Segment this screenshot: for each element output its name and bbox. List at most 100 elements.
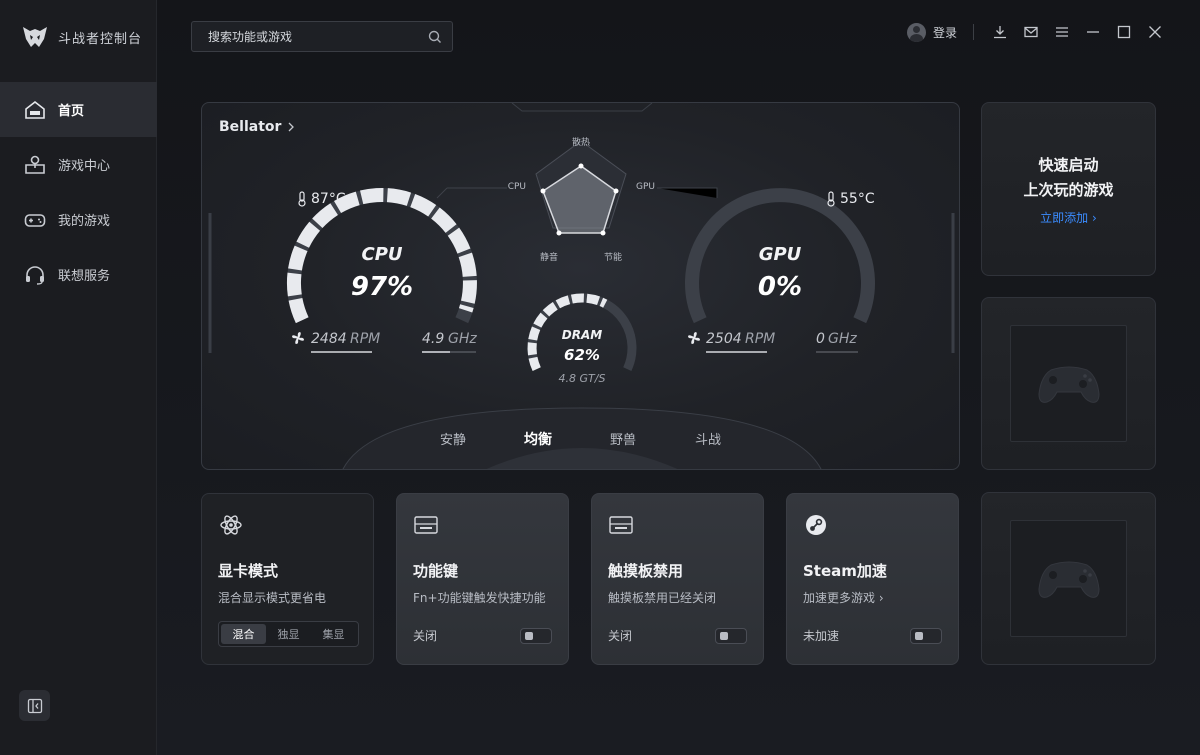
fn-key-subtitle: Fn+功能键触发快捷功能 [413,591,546,605]
fn-key-card[interactable]: 功能键 Fn+功能键触发快捷功能 关闭 [396,493,569,665]
gpu-label: GPU [759,244,802,265]
touchpad-status: 关闭 [608,629,633,643]
menu-icon [1055,27,1068,37]
sidebar: 斗战者控制台 首页 游戏中心 我的游戏 联想服务 [0,0,157,755]
touchpad-card[interactable]: 触摸板禁用 触摸板禁用已经关闭 关闭 [591,493,764,665]
steam-icon [806,515,826,535]
sidebar-item-my-games[interactable]: 我的游戏 [0,192,157,247]
atom-icon [220,515,242,535]
radar-point [578,163,584,169]
steam-toggle[interactable] [910,627,942,644]
search-input[interactable] [208,29,408,44]
controller-placeholder-icon [1037,366,1100,403]
download-button[interactable] [984,19,1015,45]
game-slot-placeholder [1010,520,1127,637]
gauges-svg: 散热 CPU GPU 静音 节能 87°C CPU 97% 2484 RPM 4… [208,103,955,469]
dram-speed: 4.8 GT/S [559,372,606,385]
touchpad-subtitle: 触摸板禁用已经关闭 [608,591,717,605]
dram-usage: 62% [564,346,600,364]
cpu-frequency-unit: GHz [448,331,477,347]
mode-balanced[interactable]: 均衡 [496,429,581,449]
collapse-sidebar-button[interactable] [19,690,50,721]
gpu-mode-subtitle: 混合显示模式更省电 [218,591,327,605]
sidebar-item-label: 游戏中心 [58,159,111,174]
download-icon [993,26,1006,39]
window-toolbar: 登录 [906,19,1170,45]
fn-key-toggle[interactable] [520,627,552,644]
login-button[interactable]: 登录 [906,22,957,42]
quick-launch-card[interactable]: 快速启动 上次玩的游戏 立即添加 › [981,102,1156,276]
steam-accel-card[interactable]: Steam加速 加速更多游戏 › 未加速 [786,493,959,665]
sidebar-item-home[interactable]: 首页 [0,82,157,137]
radar-label-eco: 节能 [604,251,622,263]
touchpad-title: 触摸板禁用 [608,562,684,580]
cpu-label: CPU [361,244,402,265]
search-icon[interactable] [428,30,442,44]
quick-launch-title: 快速启动 上次玩的游戏 [982,153,1155,203]
minimize-button[interactable] [1077,19,1108,45]
legion-logo-icon [23,27,47,47]
gpu-usage: 0% [758,272,802,302]
radar-point [613,188,619,194]
game-slot-1[interactable] [981,297,1156,470]
radar-point [540,188,546,194]
app-name: 斗战者控制台 [58,31,143,47]
radar-point [556,230,562,236]
sidebar-nav: 首页 游戏中心 我的游戏 联想服务 [0,82,157,302]
add-game-link[interactable]: 立即添加 › [982,209,1155,226]
gpu-mode-segmented-control: 混合 独显 集显 [218,621,359,647]
gpu-mode-card: 显卡模式 混合显示模式更省电 混合 独显 集显 [201,493,374,665]
gpu-mode-discrete[interactable]: 独显 [266,624,311,644]
touchpad-toggle[interactable] [715,627,747,644]
radar-label-quiet: 静音 [540,251,558,263]
steam-subtitle: 加速更多游戏 [803,591,876,605]
steam-status: 未加速 [803,629,840,643]
quick-launch-line1: 快速启动 [1038,156,1099,174]
maximize-button[interactable] [1108,19,1139,45]
mode-combat[interactable]: 斗战 [666,429,751,449]
fan-icon [688,332,700,344]
sidebar-item-lenovo-service[interactable]: 联想服务 [0,247,157,302]
panel-notch-decoration [511,103,653,112]
gpu-mode-hybrid[interactable]: 混合 [221,624,266,644]
cpu-connector-bend [436,187,448,199]
gpu-frequency: 0 [816,331,825,347]
sidebar-item-label: 联想服务 [58,269,111,284]
gpu-mode-integrated[interactable]: 集显 [311,624,356,644]
mail-button[interactable] [1015,19,1046,45]
steam-title: Steam加速 [803,562,887,580]
cpu-temp: 87°C [311,191,346,207]
sidebar-item-game-center[interactable]: 游戏中心 [0,137,157,192]
chevron-right-icon: › [1092,211,1097,225]
quick-launch-line2: 上次玩的游戏 [1023,181,1114,199]
radar-chart: 散热 CPU GPU 静音 节能 [508,136,655,263]
mode-quiet[interactable]: 安静 [411,429,496,449]
gpu-fan-unit: RPM [745,331,775,347]
fan-icon [292,332,304,344]
dram-label: DRAM [562,328,602,342]
login-label: 登录 [932,25,957,40]
fn-key-status: 关闭 [413,629,438,643]
game-slot-2[interactable] [981,492,1156,665]
touchpad-footer: 关闭 [608,627,747,644]
gpu-connector-line [657,187,718,198]
cpu-fan-unit: RPM [350,331,380,347]
minimize-icon [1086,31,1099,33]
menu-button[interactable] [1046,19,1077,45]
maximize-icon [1117,25,1130,39]
close-button[interactable] [1139,19,1170,45]
game-slot-placeholder [1010,325,1127,442]
touchpad-icon [609,516,633,534]
gpu-gauge: 55°C GPU 0% 2504 RPM 0 GHz [685,188,875,353]
fn-key-title: 功能键 [413,562,459,580]
mode-beast[interactable]: 野兽 [581,429,666,449]
brand: 斗战者控制台 [22,24,142,50]
steam-footer: 未加速 [803,627,942,644]
radar-label-cooling: 散热 [572,136,590,148]
steam-more-games-link[interactable]: 加速更多游戏 › [803,589,942,606]
gpu-mode-title: 显卡模式 [218,562,279,580]
gpu-temp: 55°C [840,191,875,207]
performance-panel: Bellator 散热 CPU GPU 静音 节能 87°C CPU 97% 2… [201,102,960,470]
gpu-frequency-unit: GHz [828,331,857,347]
radar-label-cpu: CPU [508,182,526,192]
